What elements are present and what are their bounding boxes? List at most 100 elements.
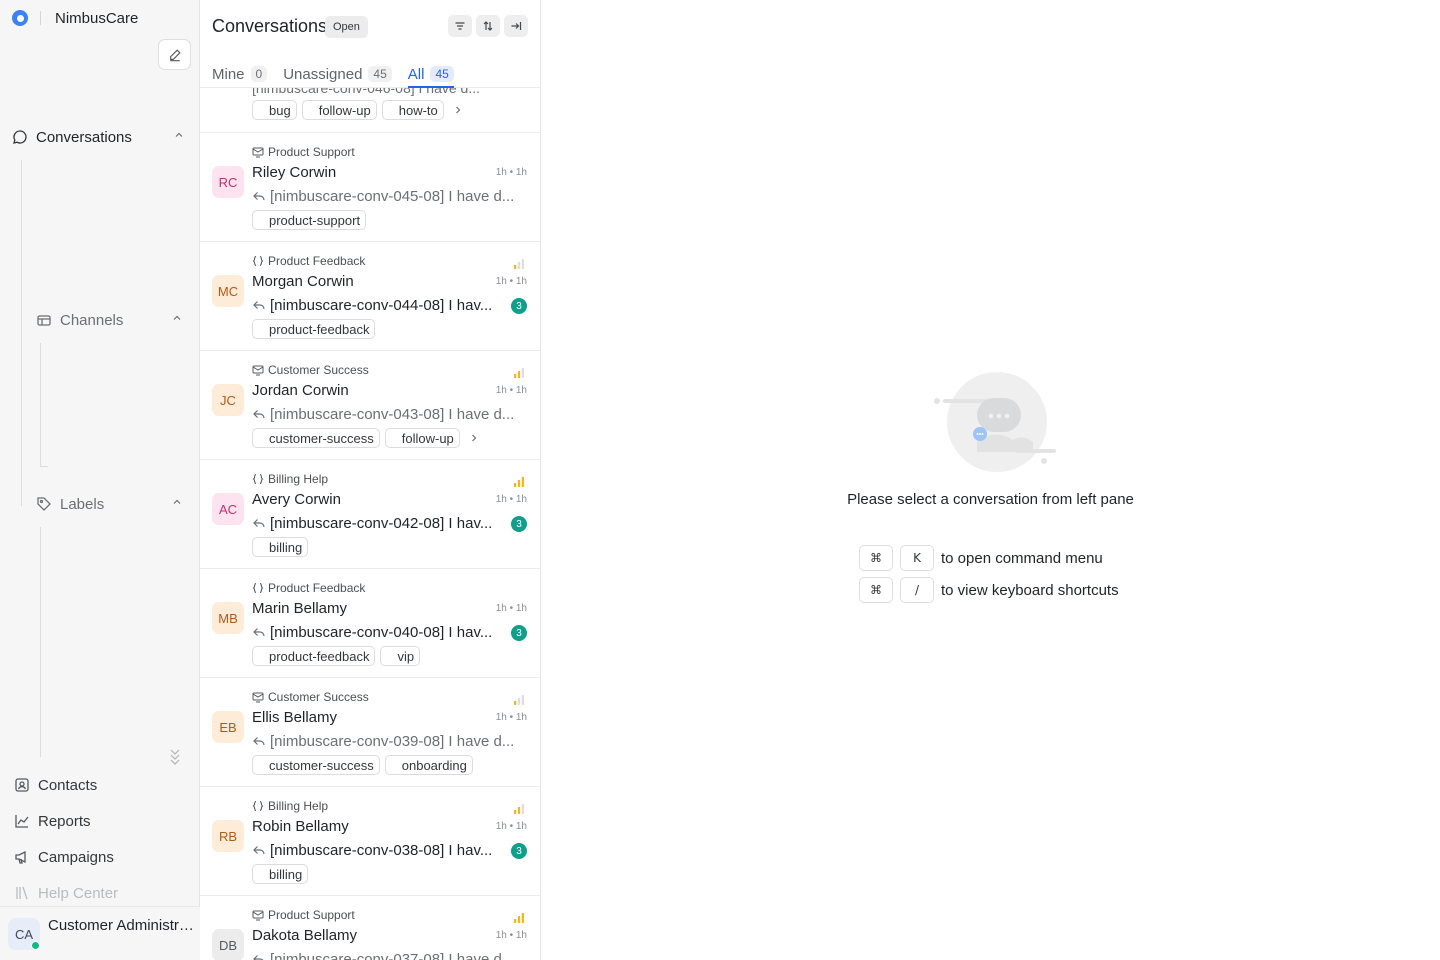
last-message-preview-row: [nimbuscare-conv-038-08] I hav... [252, 840, 506, 860]
chevron-right-icon[interactable] [469, 433, 479, 443]
last-message-preview: [nimbuscare-conv-037-08] I have d... [270, 950, 515, 960]
status-filter-badge[interactable]: Open [325, 16, 368, 38]
last-message-preview: [nimbuscare-conv-044-08] I hav... [270, 296, 493, 314]
sidebar-item-channels[interactable]: Channels [36, 309, 186, 331]
conversation-item-partial[interactable]: [nimbuscare-conv-046-08] I have d... bug… [200, 88, 540, 133]
inbox-name: Customer Success [268, 363, 369, 377]
inbox-label: Product Support [252, 144, 355, 160]
line-chart-icon [15, 815, 29, 828]
chevron-right-icon[interactable] [453, 105, 463, 115]
sidebar-item-campaigns[interactable]: Campaigns [14, 846, 190, 868]
online-status-dot [31, 941, 40, 950]
last-message-preview: [nimbuscare-conv-038-08] I hav... [270, 841, 493, 859]
library-icon [16, 886, 28, 900]
tree-line [21, 160, 22, 506]
unread-count-badge: 3 [511, 625, 527, 641]
brand[interactable]: NimbusCare [12, 8, 138, 28]
conversation-item[interactable]: AC Billing Help Avery Corwin 1h • 1h [nimbus… [200, 460, 540, 569]
reply-arrow-icon [252, 625, 266, 639]
email-inbox-icon [252, 146, 264, 158]
sidebar-item-conversations[interactable]: Conversations [12, 126, 188, 148]
sidebar-item-label: Reports [38, 812, 91, 830]
chevron-up-icon[interactable] [172, 497, 182, 507]
priority-bars-icon [513, 256, 525, 272]
keycap-command: ⌘ [859, 545, 893, 571]
sidebar: NimbusCare Conversations Channels Labels [0, 0, 200, 960]
avatar: AC [212, 493, 244, 525]
tab-mine[interactable]: Mine 0 [212, 60, 268, 88]
sidebar-item-labels[interactable]: Labels [36, 493, 186, 515]
last-message-preview-row: [nimbuscare-conv-040-08] I hav... [252, 622, 506, 642]
priority-bars-icon [513, 474, 525, 490]
label-list: billing [252, 864, 313, 884]
conversation-item[interactable]: DB Product Support Dakota Bellamy 1h • 1h [n… [200, 896, 540, 960]
priority-bars-icon [513, 910, 525, 926]
api-inbox-icon [252, 473, 264, 485]
label-chip: bug [252, 100, 297, 120]
sidebar-item-label: Campaigns [38, 848, 114, 866]
keycap-slash: / [900, 577, 934, 603]
chevron-up-icon[interactable] [172, 313, 182, 323]
conversation-item[interactable]: JC Customer Success Jordan Corwin 1h • 1h [n… [200, 351, 540, 460]
filter-button[interactable] [448, 15, 472, 37]
reply-arrow-icon [252, 516, 266, 530]
inbox-label: Product Feedback [252, 253, 365, 269]
tree-tick [40, 466, 48, 467]
reply-arrow-icon [252, 189, 266, 203]
contact-name: Ellis Bellamy [252, 709, 338, 726]
compose-button[interactable] [158, 39, 191, 70]
tab-unassigned[interactable]: Unassigned 45 [283, 60, 392, 88]
email-inbox-icon [252, 364, 264, 376]
api-inbox-icon [252, 255, 264, 267]
avatar: JC [212, 384, 244, 416]
last-message-preview: [nimbuscare-conv-039-08] I have d... [270, 732, 515, 750]
last-message-preview-row: [nimbuscare-conv-043-08] I have d... [252, 404, 520, 424]
inbox-label: Customer Success [252, 362, 369, 378]
conversation-list-header: Conversations Open Mine 0 Unassigned 45 [200, 0, 540, 88]
inbox-name: Customer Success [268, 690, 369, 704]
sidebar-item-contacts[interactable]: Contacts [14, 774, 190, 796]
contact-name: Jordan Corwin [252, 382, 349, 399]
last-message-preview-row: [nimbuscare-conv-037-08] I have d... [252, 949, 520, 960]
last-message-preview-row: [nimbuscare-conv-044-08] I hav... [252, 295, 506, 315]
label-list: product-feedback vip [252, 646, 425, 666]
unread-count-badge: 3 [511, 298, 527, 314]
label-list: customer-success follow-up [252, 428, 479, 448]
conversation-item[interactable]: RC Product Support Riley Corwin 1h • 1h [nim… [200, 133, 540, 242]
chevrons-down-icon[interactable] [168, 748, 182, 766]
timestamp: 1h • 1h [495, 385, 527, 396]
label-list: product-support [252, 210, 371, 230]
sidebar-item-label: Conversations [36, 128, 132, 146]
conversation-item[interactable]: MB Product Feedback Marin Bellamy 1h • 1h [n… [200, 569, 540, 678]
inbox-label: Product Feedback [252, 580, 365, 596]
avatar: RB [212, 820, 244, 852]
reply-arrow-icon [252, 952, 266, 960]
megaphone-icon [15, 850, 26, 864]
chevron-up-icon[interactable] [174, 130, 184, 140]
last-message-preview-row: [nimbuscare-conv-042-08] I hav... [252, 513, 506, 533]
channels-icon [37, 315, 51, 326]
contact-name: Marin Bellamy [252, 600, 348, 617]
sidebar-item-reports[interactable]: Reports [14, 810, 190, 832]
chat-bubble-illustration [934, 372, 1056, 472]
user-profile[interactable]: CA Customer Administrator [0, 906, 200, 960]
last-message-preview-row: [nimbuscare-conv-045-08] I have d... [252, 186, 520, 206]
priority-bars-icon [513, 365, 525, 381]
label-chip: billing [252, 537, 309, 557]
inbox-label: Billing Help [252, 798, 328, 814]
conversation-item[interactable]: RB Billing Help Robin Bellamy 1h • 1h [nimbu… [200, 787, 540, 896]
sort-button[interactable] [476, 15, 500, 37]
conversation-tabs: Mine 0 Unassigned 45 All 45 [212, 60, 470, 88]
tab-all[interactable]: All 45 [407, 60, 454, 88]
label-chip: billing [252, 864, 309, 884]
conversation-item[interactable]: EB Customer Success Ellis Bellamy 1h • 1h [n… [200, 678, 540, 787]
sidebar-item-help-center[interactable]: Help Center [14, 882, 190, 904]
email-inbox-icon [252, 691, 264, 703]
reply-arrow-icon [252, 843, 266, 857]
brand-name: NimbusCare [55, 9, 139, 27]
timestamp: 1h • 1h [495, 821, 527, 832]
collapse-panel-button[interactable] [504, 15, 528, 37]
last-message-preview: [nimbuscare-conv-040-08] I hav... [270, 623, 493, 641]
avatar: RC [212, 166, 244, 198]
conversation-item[interactable]: MC Product Feedback Morgan Corwin 1h • 1h [n… [200, 242, 540, 351]
